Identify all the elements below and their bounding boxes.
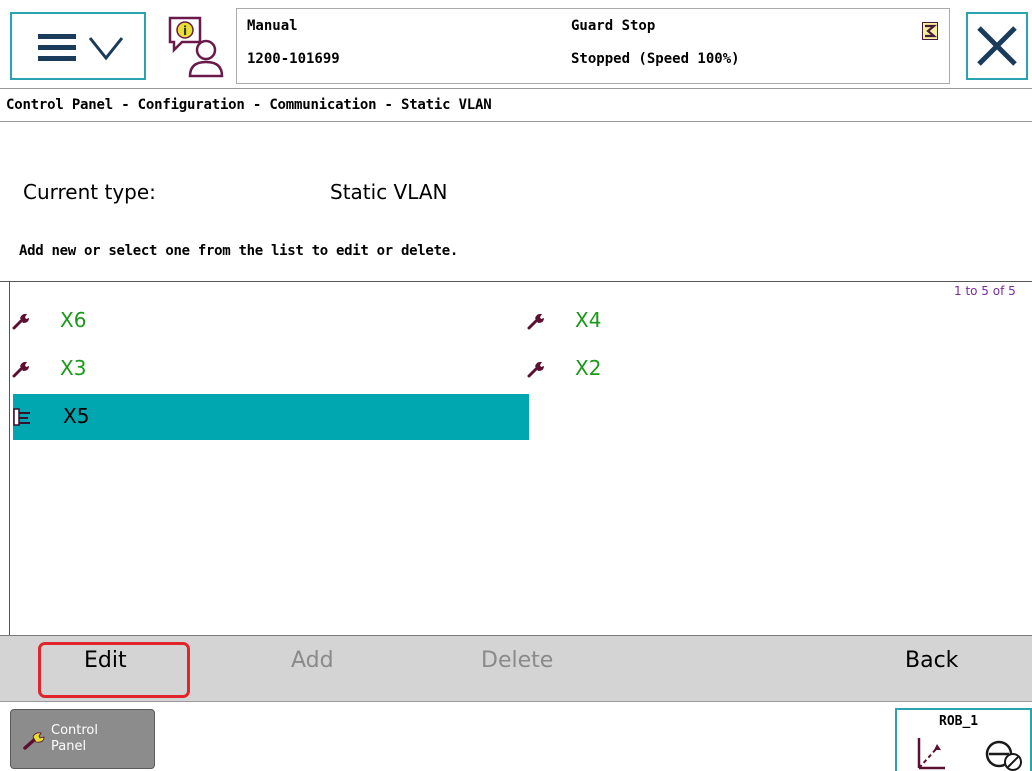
wrench-icon <box>12 313 29 330</box>
current-type-label: Current type: <box>23 180 156 204</box>
list-item-x6[interactable]: X6 <box>10 298 526 344</box>
svg-text:i: i <box>183 24 187 38</box>
status-panel[interactable]: Manual 1200-101699 Guard Stop Stopped (S… <box>236 8 950 84</box>
divider <box>0 121 1032 122</box>
back-button[interactable]: Back <box>905 648 958 673</box>
status-bar: i Manual 1200-101699 Guard Stop Stopped … <box>0 0 1032 88</box>
delete-button[interactable]: Delete <box>481 648 553 673</box>
list-item-x4[interactable]: X4 <box>525 298 1032 344</box>
current-type-value: Static VLAN <box>330 180 448 204</box>
run-state: Stopped (Speed 100%) <box>571 51 740 67</box>
robot-selector-button[interactable]: ROB_1 <box>895 708 1032 771</box>
instruction-text: Add new or select one from the list to e… <box>19 243 458 259</box>
jogging-disabled-icon <box>985 740 1022 771</box>
main-menu-button[interactable] <box>10 12 146 80</box>
wrench-icon <box>527 313 544 330</box>
paging-indicator: 1 to 5 of 5 <box>954 284 1016 298</box>
config-item-icon <box>13 408 30 426</box>
wrench-icon <box>12 361 29 378</box>
system-id: 1200-101699 <box>247 51 340 67</box>
wrench-icon <box>527 361 544 378</box>
task-bar: Control Panel ROB_1 <box>0 703 1032 771</box>
control-panel-label-line2: Panel <box>51 739 87 754</box>
operating-mode: Manual <box>247 18 298 34</box>
robot-name: ROB_1 <box>939 714 979 729</box>
coordinate-system-icon <box>917 738 945 770</box>
close-button[interactable] <box>966 12 1028 80</box>
add-button[interactable]: Add <box>291 648 334 673</box>
list-item-x5[interactable]: X5 <box>13 394 529 440</box>
chevron-down-icon <box>88 37 124 61</box>
list-item-label: X2 <box>575 356 602 380</box>
close-icon <box>977 26 1017 66</box>
breadcrumb: Control Panel - Configuration - Communic… <box>6 97 492 113</box>
hamburger-icon <box>38 34 76 62</box>
list-item-label: X3 <box>60 356 87 380</box>
list-item-label: X6 <box>60 308 87 332</box>
control-panel-label-line1: Control <box>51 723 98 738</box>
control-panel-task-button[interactable]: Control Panel <box>10 709 155 769</box>
event-log-icon[interactable]: i <box>166 14 228 78</box>
divider <box>0 88 1032 89</box>
list-item-x3[interactable]: X3 <box>10 346 526 392</box>
safety-state: Guard Stop <box>571 18 656 34</box>
list-item-x2[interactable]: X2 <box>525 346 1032 392</box>
list-item-label: X5 <box>63 404 90 428</box>
wrench-icon <box>23 732 45 750</box>
sync-status-icon <box>922 22 938 40</box>
divider <box>0 281 1032 282</box>
list-item-label: X4 <box>575 308 602 332</box>
edit-highlight-box <box>38 642 190 698</box>
